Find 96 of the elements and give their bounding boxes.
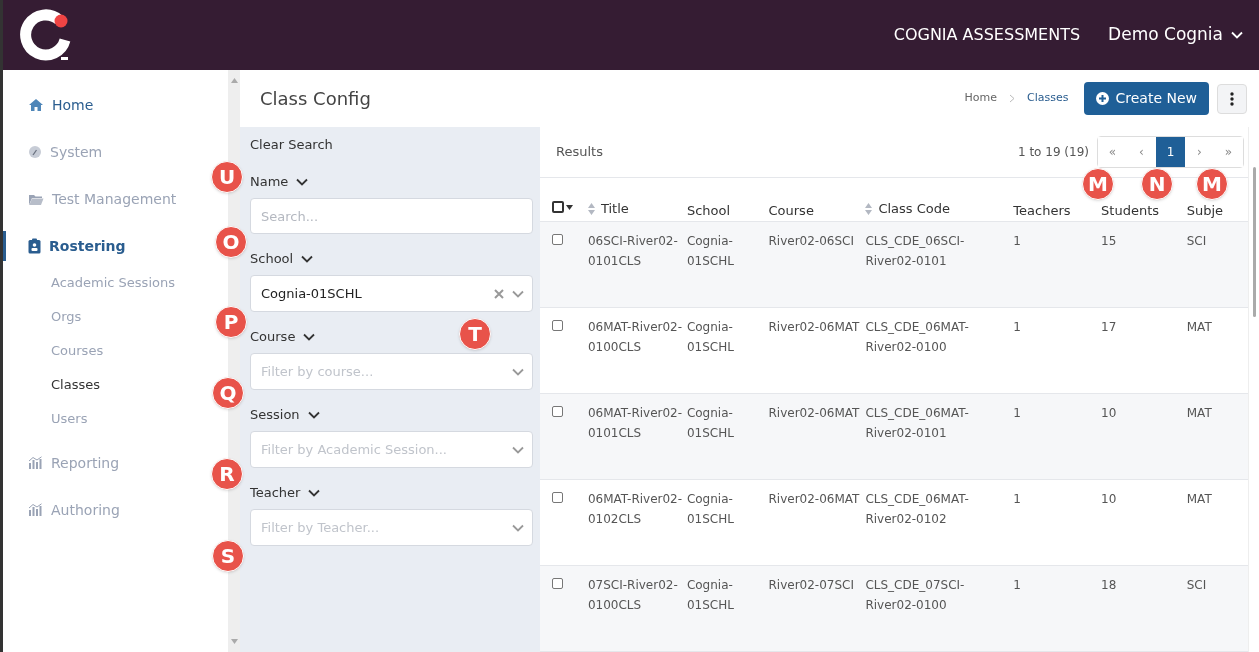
table-cell: CLS_CDE_06MAT-River02-0100 <box>865 320 969 354</box>
breadcrumb-link[interactable]: Home <box>964 90 998 107</box>
home-icon <box>28 98 44 112</box>
chevron-icon <box>307 411 320 419</box>
more-icon <box>1230 91 1234 106</box>
row-checkbox[interactable] <box>552 406 563 417</box>
chevron-icon <box>308 489 321 497</box>
table-cell: River02-06MAT <box>768 492 860 506</box>
select-field[interactable]: Cognia-01SCHL <box>250 275 533 312</box>
table-cell: Cognia-01SCHL <box>686 234 734 268</box>
user-menu[interactable]: Demo Cognia <box>1108 22 1243 48</box>
callout-badge: M <box>1196 168 1228 200</box>
chevron-icon <box>303 333 316 341</box>
column-header[interactable]: Teachers <box>1013 200 1071 220</box>
table-cell: SCI <box>1186 578 1207 592</box>
more-button[interactable] <box>1217 83 1247 114</box>
pager-button[interactable]: 1 <box>1156 136 1185 167</box>
chevron-icon <box>301 255 314 263</box>
chevron-icon <box>512 523 524 532</box>
table-cell: 1 <box>1013 492 1021 506</box>
table-cell: CLS_CDE_06SCI-River02-0101 <box>865 234 965 268</box>
table-cell: CLS_CDE_06MAT-River02-0101 <box>865 406 969 440</box>
column-header[interactable]: School <box>686 200 731 220</box>
table-cell: River02-06SCI <box>768 234 854 248</box>
create-new-button[interactable]: Create New <box>1084 82 1209 115</box>
column-header[interactable]: Students <box>1101 200 1159 220</box>
column-header[interactable]: Subje <box>1186 200 1224 220</box>
callout-badge: N <box>1141 168 1173 200</box>
row-checkbox[interactable] <box>552 320 563 331</box>
filter-toggle[interactable]: School <box>250 249 314 269</box>
callout-badge: M <box>1082 168 1114 200</box>
table-cell: MAT <box>1186 406 1212 420</box>
row-checkbox[interactable] <box>552 234 563 245</box>
product-name: COGNIA ASSESSMENTS <box>893 24 1081 46</box>
chevron-icon <box>512 289 524 298</box>
scrollbar[interactable] <box>1248 127 1259 652</box>
input-field[interactable]: Search... <box>250 198 533 234</box>
results-title: Results <box>556 143 603 161</box>
table-cell: Cognia-01SCHL <box>686 578 734 612</box>
table-cell: 07SCI-River02-0100CLS <box>587 578 678 612</box>
folder-icon <box>28 192 44 206</box>
sidebar-item[interactable]: Rostering <box>3 231 134 261</box>
clipboard-icon <box>28 238 41 254</box>
table-cell: 06SCI-River02-0101CLS <box>587 234 678 268</box>
chevron-icon <box>296 178 309 186</box>
bar-chart-icon <box>28 503 43 517</box>
results-range: 1 to 19 (19) <box>1017 143 1089 161</box>
sort-icon <box>865 202 873 215</box>
plus-circle-icon <box>1096 92 1110 105</box>
sidebar-subitem[interactable]: Classes <box>51 368 100 402</box>
select-all-checkbox[interactable] <box>552 201 573 213</box>
filter-toggle[interactable]: Session <box>250 405 320 425</box>
bar-chart-icon <box>28 456 43 470</box>
table-cell: MAT <box>1186 320 1212 334</box>
row-checkbox[interactable] <box>552 578 563 589</box>
caret-icon <box>1231 31 1243 39</box>
table-cell: 1 <box>1013 406 1021 420</box>
clear-search-link[interactable]: Clear Search <box>250 135 333 157</box>
chevron-icon <box>512 367 524 376</box>
table-cell: River02-06MAT <box>768 406 860 420</box>
page-title: Class Config <box>260 87 371 111</box>
table-cell: 1 <box>1013 320 1021 334</box>
filter-toggle[interactable]: Course <box>250 327 316 347</box>
table-cell: 10 <box>1101 492 1117 506</box>
column-header[interactable]: Title <box>587 198 629 219</box>
table-cell: Cognia-01SCHL <box>686 406 734 440</box>
caret-icon <box>566 204 573 210</box>
sidebar-item[interactable]: Home <box>3 90 102 120</box>
table-cell: 06MAT-River02-0100CLS <box>587 320 683 354</box>
table-cell: 17 <box>1101 320 1117 334</box>
breadcrumb-separator-icon <box>1009 94 1016 103</box>
row-checkbox[interactable] <box>552 492 563 503</box>
breadcrumb-link[interactable]: Classes <box>1027 90 1069 107</box>
table-cell: 1 <box>1013 578 1021 592</box>
table-cell: SCI <box>1186 234 1207 248</box>
chevron-icon <box>512 445 524 454</box>
table-cell: 06MAT-River02-0102CLS <box>587 492 683 526</box>
filter-toggle[interactable]: Name <box>250 172 309 192</box>
filter-toggle[interactable]: Teacher <box>250 483 321 503</box>
sort-icon <box>587 202 595 215</box>
table-cell: 10 <box>1101 406 1117 420</box>
table-cell: Cognia-01SCHL <box>686 492 734 526</box>
table-cell: 18 <box>1101 578 1117 592</box>
column-header[interactable]: Course <box>768 200 814 220</box>
column-header[interactable]: Class Code <box>865 198 951 219</box>
table-cell: River02-07SCI <box>768 578 854 592</box>
table-cell: Cognia-01SCHL <box>686 320 734 354</box>
table-cell: 15 <box>1101 234 1117 248</box>
clear-icon[interactable] <box>494 288 504 299</box>
table-cell: CLS_CDE_06MAT-River02-0102 <box>865 492 969 526</box>
table-cell: River02-06MAT <box>768 320 860 334</box>
table-cell: MAT <box>1186 492 1212 506</box>
table-cell: 1 <box>1013 234 1021 248</box>
table-cell: 06MAT-River02-0101CLS <box>587 406 683 440</box>
table-cell: CLS_CDE_07SCI-River02-0100 <box>865 578 965 612</box>
gauge-icon <box>28 145 42 159</box>
